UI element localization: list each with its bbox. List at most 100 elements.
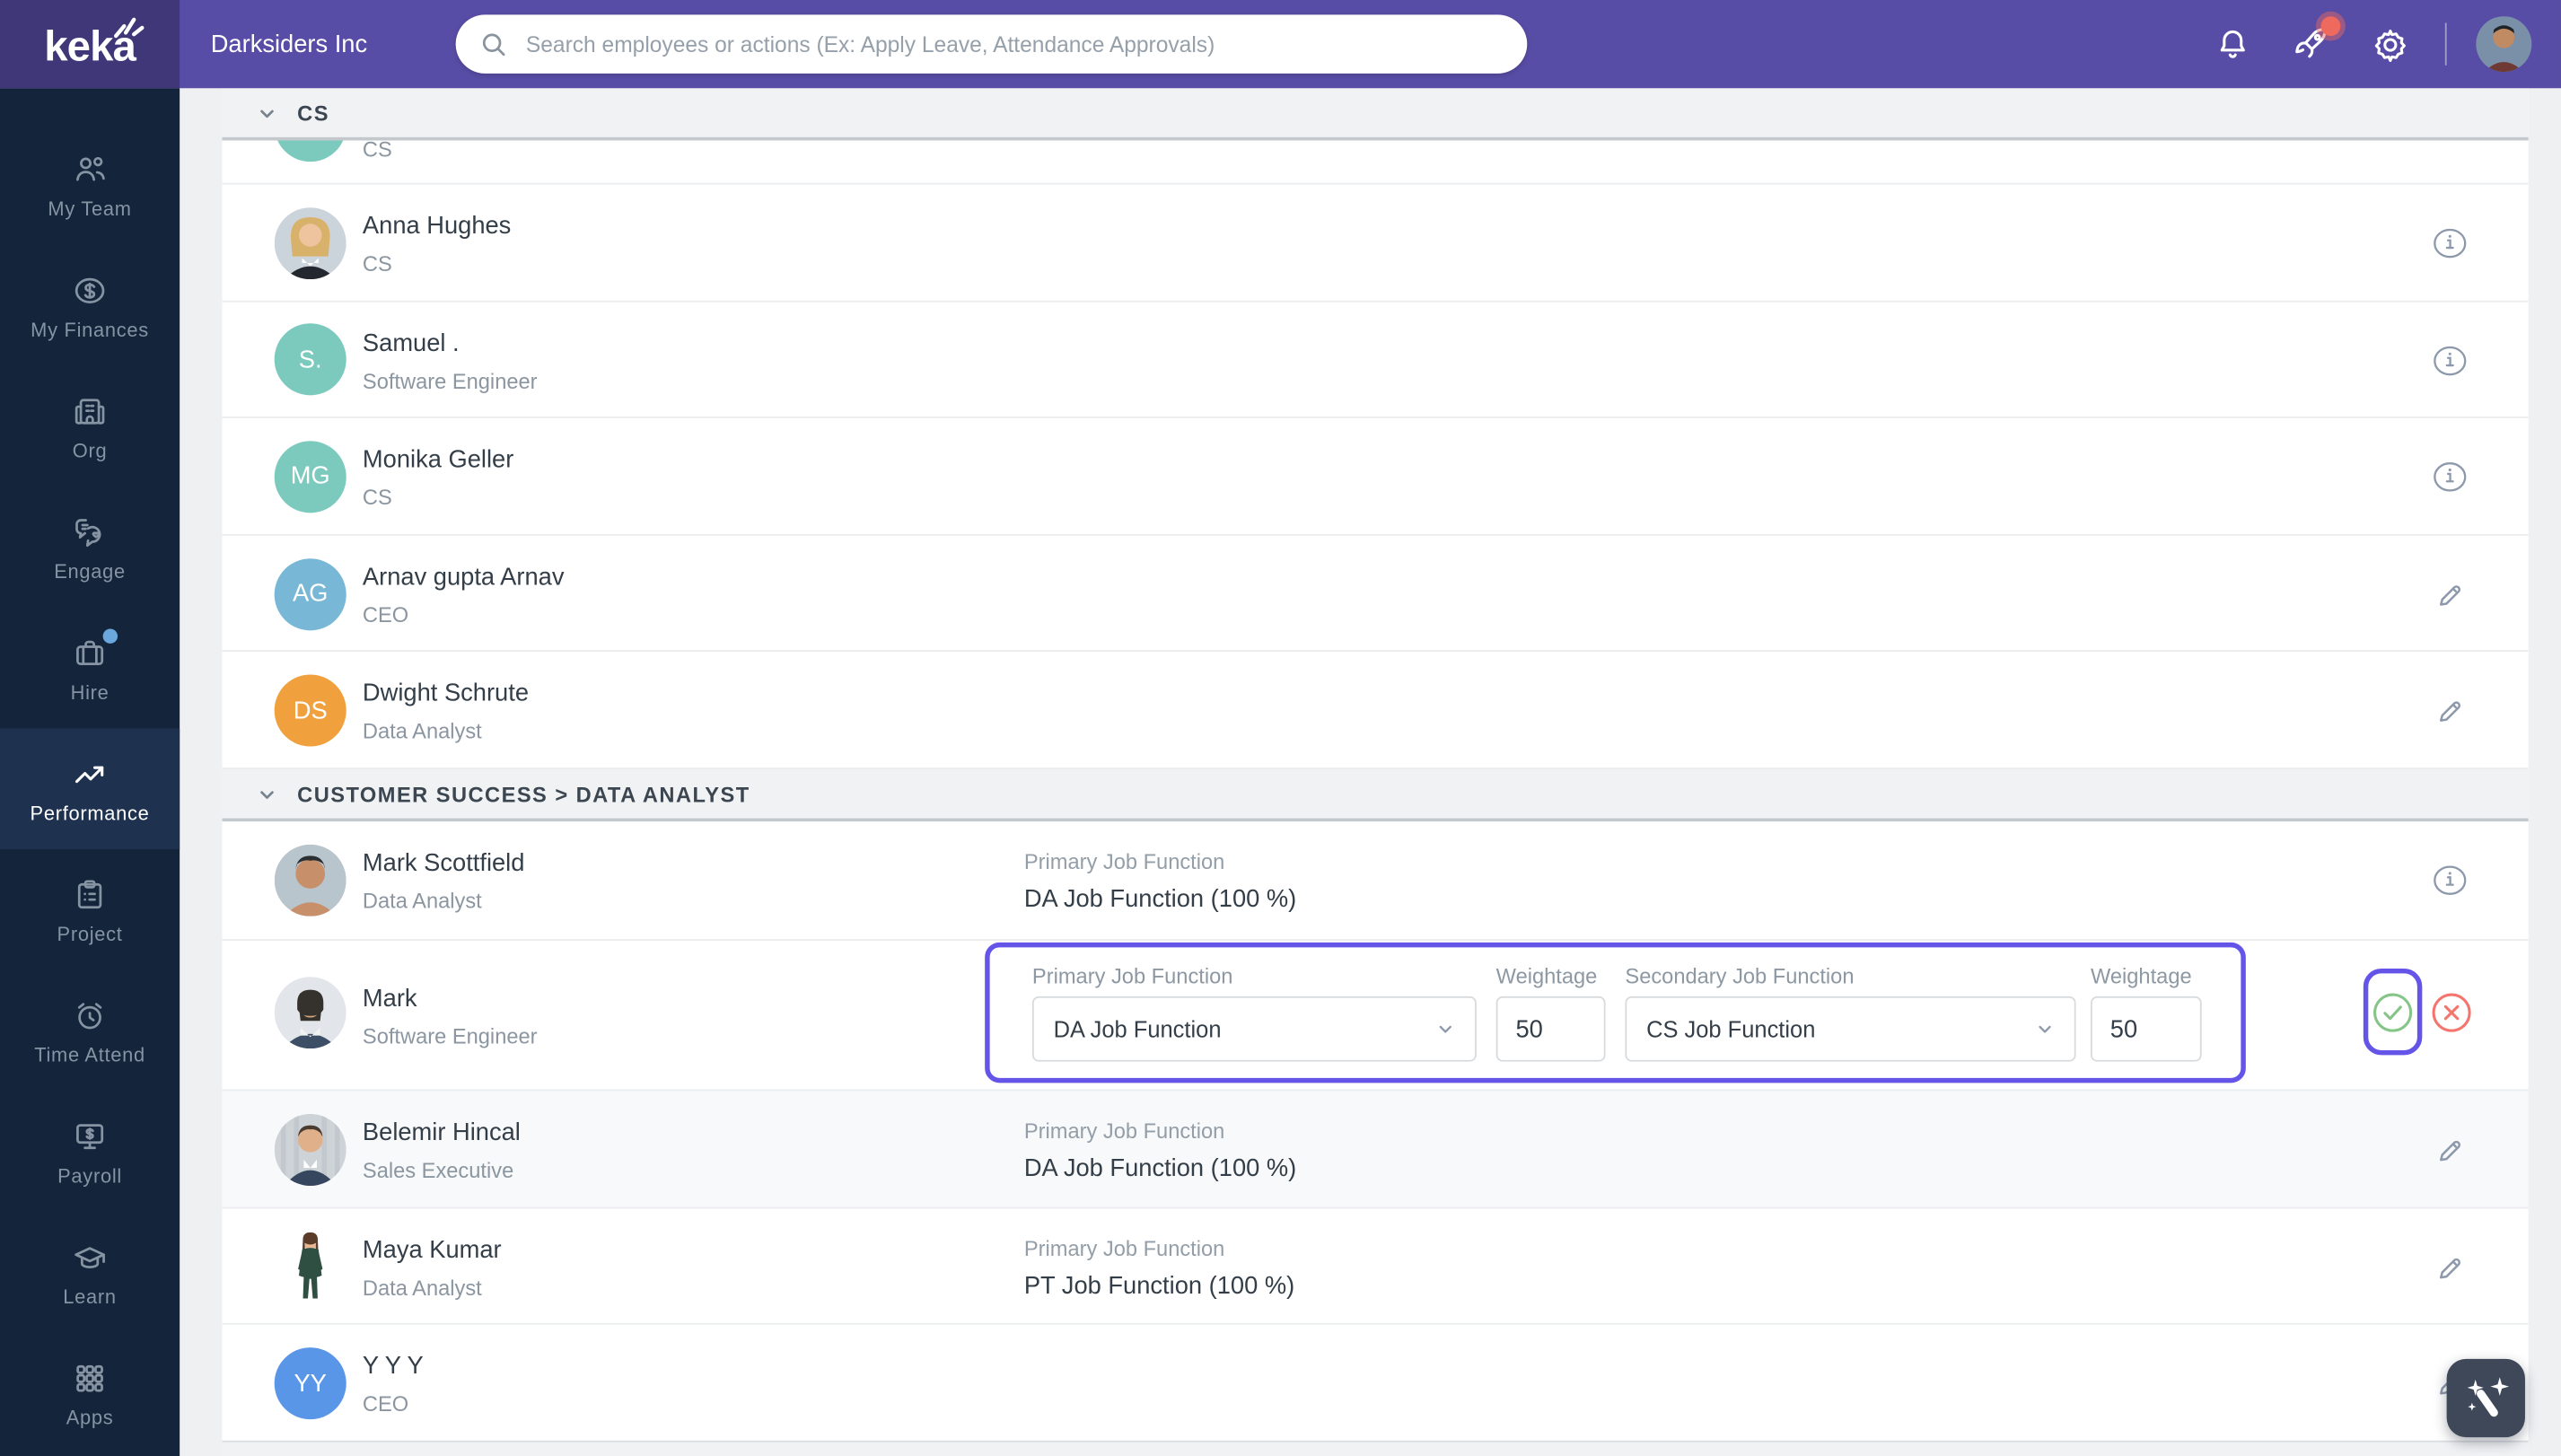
primary-job-function-label: Primary Job Function <box>1031 963 1233 988</box>
employee-name: Anna Hughes <box>362 212 512 241</box>
employee-role: Data Analyst <box>362 1275 482 1300</box>
info-button[interactable] <box>2432 342 2468 378</box>
employee-row-mark-scottfield: Mark Scottfield Data Analyst Primary Job… <box>222 821 2529 940</box>
sidebar-item-apps[interactable]: Apps <box>0 1333 180 1454</box>
info-button[interactable] <box>2432 460 2468 496</box>
confirm-button[interactable] <box>2372 991 2414 1033</box>
whats-new-button[interactable] <box>2286 16 2341 69</box>
secondary-job-function-label: Secondary Job Function <box>1625 963 1855 988</box>
avatar: S. <box>274 323 346 397</box>
sidebar-item-label: Learn <box>63 1285 117 1308</box>
sidebar-item-project[interactable]: Project <box>0 849 180 970</box>
avatar: MG <box>274 441 346 513</box>
trend-icon <box>70 754 110 794</box>
avatar-initials: DS <box>293 697 328 725</box>
sidebar-item-org[interactable]: Org <box>0 366 180 487</box>
sidebar-item-label: Performance <box>30 801 150 824</box>
building-icon <box>70 391 110 431</box>
user-avatar-image <box>2476 16 2532 73</box>
alarm-clock-icon <box>70 996 110 1035</box>
graduation-cap-icon <box>70 1237 110 1276</box>
edit-button[interactable] <box>2432 1132 2468 1168</box>
avatar: DS <box>274 674 346 747</box>
edit-button[interactable] <box>2432 1249 2468 1285</box>
employee-row-belemir-hincal: Belemir Hincal Sales Executive Primary J… <box>222 1089 2529 1206</box>
edit-button[interactable] <box>2432 693 2468 729</box>
employee-name: Belemir Hincal <box>362 1118 521 1147</box>
employee-row-mark-editing: Mark Software Engineer Primary Job Funct… <box>222 939 2529 1090</box>
avatar-initials: S. <box>298 346 322 374</box>
notifications-button[interactable] <box>2208 20 2258 69</box>
avatar <box>274 1113 346 1186</box>
pencil-icon <box>2440 584 2460 606</box>
sidebar-item-time-attend[interactable]: Time Attend <box>0 970 180 1092</box>
check-circle-icon <box>2373 993 2413 1032</box>
job-function-label: Primary Job Function <box>1023 1235 1225 1260</box>
job-function-value: DA Job Function (100 %) <box>1023 885 1297 914</box>
sidebar-nav: My Team My Finances Org Engage Hire Perf… <box>0 88 180 1456</box>
bell-icon <box>2220 30 2245 58</box>
secondary-job-function-select[interactable]: CS Job Function <box>1625 996 2076 1062</box>
group-header-label: CS <box>297 100 329 126</box>
group-header-label: CUSTOMER SUCCESS > DATA ANALYST <box>297 781 750 806</box>
primary-job-function-select[interactable]: DA Job Function <box>1031 996 1477 1062</box>
employee-table: CS CS Anna Hughes CS S. Samuel . Softwar… <box>222 88 2529 1456</box>
apps-grid-icon <box>70 1358 110 1398</box>
sidebar-item-engage[interactable]: Engage <box>0 487 180 608</box>
search-icon <box>482 33 505 57</box>
sidebar-item-payroll[interactable]: Payroll <box>0 1091 180 1212</box>
avatar-initials: YY <box>294 1369 327 1398</box>
sidebar-item-label: Engage <box>54 559 126 583</box>
avatar <box>274 206 346 279</box>
global-search[interactable] <box>455 14 1528 74</box>
sidebar-item-my-finances[interactable]: My Finances <box>0 245 180 366</box>
edit-button[interactable] <box>2432 576 2468 612</box>
avatar-photo <box>274 844 346 917</box>
employee-name: Monika Geller <box>362 446 514 474</box>
settings-button[interactable] <box>2365 20 2415 69</box>
avatar: YY <box>274 1347 346 1420</box>
clipboard-icon <box>70 874 110 914</box>
sidebar-item-learn[interactable]: Learn <box>0 1212 180 1333</box>
cancel-button[interactable] <box>2430 991 2472 1033</box>
sidebar-item-label: Project <box>57 922 123 945</box>
job-function-value: PT Job Function (100 %) <box>1023 1271 1295 1300</box>
primary-job-function-value: DA Job Function <box>1053 1015 1222 1042</box>
pencil-icon <box>2440 1257 2460 1278</box>
info-button[interactable] <box>2432 863 2468 899</box>
employee-role: Software Engineer <box>362 368 538 393</box>
sidebar-item-hire[interactable]: Hire <box>0 608 180 729</box>
search-input[interactable] <box>522 30 1504 58</box>
employee-name: Dwight Schrute <box>362 680 530 708</box>
info-button[interactable] <box>2432 225 2468 261</box>
primary-weightage-input[interactable] <box>1495 996 1606 1062</box>
group-header-cs[interactable]: CS <box>222 88 2529 141</box>
topbar-divider <box>2444 22 2447 66</box>
keka-app: keka Darksiders Inc Search employees or … <box>0 0 2561 1456</box>
employee-role: Sales Executive <box>362 1158 514 1183</box>
avatar-photo <box>274 206 346 279</box>
chevron-down-icon <box>260 790 274 799</box>
sidebar-item-label: Time Attend <box>34 1042 145 1066</box>
employee-role: CEO <box>362 1391 409 1417</box>
employee-name: Samuel . <box>362 329 460 357</box>
user-avatar[interactable] <box>2476 16 2532 73</box>
group-header-customer-success-data-analyst[interactable]: CUSTOMER SUCCESS > DATA ANALYST <box>222 767 2529 822</box>
avatar-initials: AG <box>292 580 329 609</box>
chevron-down-icon <box>2039 1025 2051 1033</box>
employee-row-dwight-schrute: DS Dwight Schrute Data Analyst <box>222 650 2529 768</box>
secondary-weightage-input[interactable] <box>2090 996 2202 1062</box>
avatar-photo <box>298 1232 323 1300</box>
job-function-label: Primary Job Function <box>1023 1118 1225 1144</box>
chevron-down-icon <box>1439 1025 1452 1033</box>
pencil-icon <box>2440 1140 2460 1162</box>
sidebar-item-performance[interactable]: Performance <box>0 728 180 850</box>
next-group-header-partial <box>222 1440 2529 1456</box>
pencil-icon <box>2440 702 2460 723</box>
magic-wand-fab[interactable] <box>2446 1358 2525 1438</box>
chat-icon <box>70 512 110 551</box>
keka-logo[interactable]: keka <box>0 0 180 89</box>
sidebar-item-my-team[interactable]: My Team <box>0 124 180 245</box>
employee-role: Data Analyst <box>362 719 482 744</box>
avatar-photo <box>274 977 346 1049</box>
